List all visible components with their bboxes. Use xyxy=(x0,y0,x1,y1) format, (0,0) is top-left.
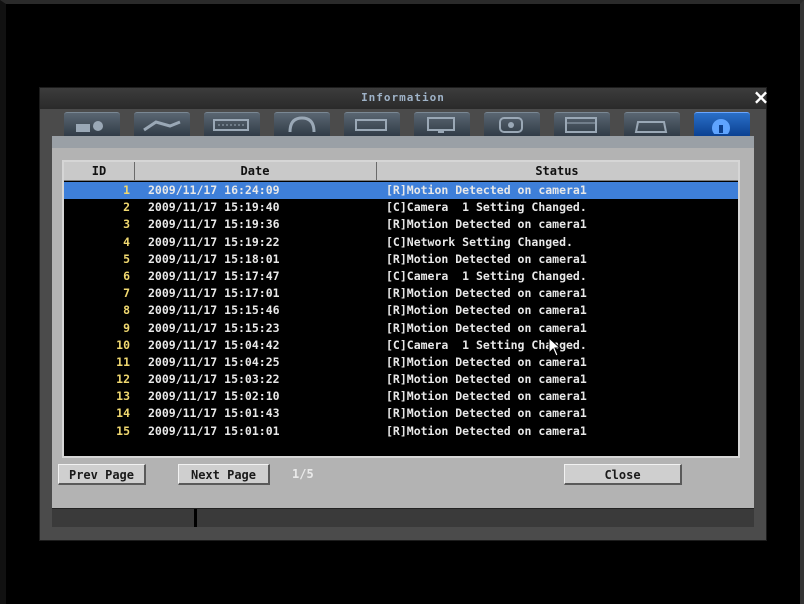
table-row[interactable]: 10 2009/11/17 15:04:42 [C]Camera 1 Setting… xyxy=(64,337,738,354)
category-tab-bar xyxy=(64,110,754,137)
table-row[interactable]: 6 2009/11/17 15:17:47 [C]Camera 1 Setting … xyxy=(64,268,738,285)
cell-date: 2009/11/17 15:04:42 xyxy=(148,337,280,352)
header-date[interactable]: Date xyxy=(134,162,377,180)
cell-status: [R]Motion Detected on camera1 xyxy=(386,251,587,266)
monitor-icon[interactable] xyxy=(414,112,470,137)
table-row[interactable]: 5 2009/11/17 15:18:01 [R]Motion Detected o… xyxy=(64,251,738,268)
cell-id: 4 xyxy=(123,234,130,249)
cell-date: 2009/11/17 15:15:46 xyxy=(148,303,280,318)
status-bar xyxy=(52,508,754,527)
cell-date: 2009/11/17 15:19:36 xyxy=(148,217,280,232)
table-row[interactable]: 13 2009/11/17 15:02:10 [R]Motion Detected … xyxy=(64,388,738,405)
dialog-footer: Prev Page Next Page 1/5 Close xyxy=(52,464,754,488)
display-icon[interactable] xyxy=(134,112,190,137)
record-icon[interactable] xyxy=(344,112,400,137)
cell-status: [R]Motion Detected on camera1 xyxy=(386,372,587,387)
content-panel: ID Date Status 1 2009/11/17 16:24:09 [R]Mo… xyxy=(52,148,754,508)
cell-status: [C]Camera 1 Setting Changed. xyxy=(386,268,587,283)
cell-date: 2009/11/17 15:18:01 xyxy=(148,251,280,266)
cell-status: [R]Motion Detected on camera1 xyxy=(386,286,587,301)
cell-id: 14 xyxy=(116,406,130,421)
cell-date: 2009/11/17 15:19:22 xyxy=(148,234,280,249)
table-row[interactable]: 7 2009/11/17 15:17:01 [R]Motion Detected o… xyxy=(64,285,738,302)
cell-date: 2009/11/17 15:02:10 xyxy=(148,389,280,404)
cell-id: 6 xyxy=(123,268,130,283)
cell-date: 2009/11/17 15:01:43 xyxy=(148,406,280,421)
cell-id: 1 xyxy=(123,183,130,197)
cell-id: 3 xyxy=(123,217,130,232)
cell-status: [R]Motion Detected on camera1 xyxy=(386,183,587,197)
title-bar: Information xyxy=(40,88,766,109)
cell-date: 2009/11/17 15:19:40 xyxy=(148,200,280,215)
dialog-title: Information xyxy=(361,91,445,104)
cell-date: 2009/11/17 15:04:25 xyxy=(148,354,280,369)
tab-underline-strip xyxy=(52,136,754,148)
cell-date: 2009/11/17 15:03:22 xyxy=(148,372,280,387)
table-row[interactable]: 3 2009/11/17 15:19:36 [R]Motion Detected o… xyxy=(64,216,738,233)
cell-status: [R]Motion Detected on camera1 xyxy=(386,389,587,404)
table-row[interactable]: 11 2009/11/17 15:04:25 [R]Motion Detected … xyxy=(64,354,738,371)
table-row[interactable]: 4 2009/11/17 15:19:22 [C]Network Setting C… xyxy=(64,234,738,251)
cell-id: 15 xyxy=(116,423,130,438)
event-log-table: ID Date Status 1 2009/11/17 16:24:09 [R]Mo… xyxy=(62,160,740,458)
schedule-icon[interactable] xyxy=(554,112,610,137)
table-row[interactable]: 9 2009/11/17 15:15:23 [R]Motion Detected o… xyxy=(64,320,738,337)
cell-id: 10 xyxy=(116,337,130,352)
cell-status: [R]Motion Detected on camera1 xyxy=(386,423,587,438)
alarm-icon[interactable] xyxy=(274,112,330,137)
table-header: ID Date Status xyxy=(64,162,738,181)
cell-id: 12 xyxy=(116,372,130,387)
header-id[interactable]: ID xyxy=(64,162,135,180)
cell-id: 7 xyxy=(123,286,130,301)
cell-status: [C]Network Setting Changed. xyxy=(386,234,573,249)
information-dialog: Information × ID Date Status 1 2009/11/1… xyxy=(40,86,769,540)
mouse-pointer-icon xyxy=(548,337,562,357)
cell-date: 2009/11/17 15:17:01 xyxy=(148,286,280,301)
cell-id: 11 xyxy=(116,354,130,369)
table-row[interactable]: 2 2009/11/17 15:19:40 [C]Camera 1 Setting … xyxy=(64,199,738,216)
keyboard-icon[interactable] xyxy=(204,112,260,137)
cell-id: 2 xyxy=(123,200,130,215)
prev-page-button[interactable]: Prev Page xyxy=(58,464,146,485)
close-icon[interactable]: × xyxy=(750,86,772,108)
cell-id: 8 xyxy=(123,303,130,318)
network-icon[interactable] xyxy=(484,112,540,137)
next-page-button[interactable]: Next Page xyxy=(178,464,270,485)
table-row[interactable]: 14 2009/11/17 15:01:43 [R]Motion Detected … xyxy=(64,405,738,422)
gamepad-icon[interactable] xyxy=(624,112,680,137)
camera-settings-icon[interactable] xyxy=(64,112,120,137)
cell-date: 2009/11/17 15:17:47 xyxy=(148,268,280,283)
table-row[interactable]: 15 2009/11/17 15:01:01 [R]Motion Detected … xyxy=(64,423,738,440)
page-indicator: 1/5 xyxy=(292,467,314,481)
cell-id: 5 xyxy=(123,251,130,266)
cell-date: 2009/11/17 15:01:01 xyxy=(148,423,280,438)
header-status[interactable]: Status xyxy=(376,162,738,180)
cell-status: [R]Motion Detected on camera1 xyxy=(386,303,587,318)
cell-date: 2009/11/17 16:24:09 xyxy=(148,183,280,197)
cell-date: 2009/11/17 15:15:23 xyxy=(148,320,280,335)
cell-status: [R]Motion Detected on camera1 xyxy=(386,406,587,421)
cell-id: 13 xyxy=(116,389,130,404)
table-row[interactable]: 8 2009/11/17 15:15:46 [R]Motion Detected o… xyxy=(64,302,738,319)
cell-status: [C]Camera 1 Setting Changed. xyxy=(386,200,587,215)
table-row[interactable]: 1 2009/11/17 16:24:09 [R]Motion Detected o… xyxy=(64,182,738,200)
status-divider xyxy=(194,509,197,527)
cell-status: [R]Motion Detected on camera1 xyxy=(386,320,587,335)
table-body: 1 2009/11/17 16:24:09 [R]Motion Detected o… xyxy=(64,182,738,440)
table-row[interactable]: 12 2009/11/17 15:03:22 [R]Motion Detected … xyxy=(64,371,738,388)
cell-id: 9 xyxy=(123,320,130,335)
cell-status: [R]Motion Detected on camera1 xyxy=(386,217,587,232)
information-icon[interactable] xyxy=(694,112,750,137)
close-button[interactable]: Close xyxy=(564,464,682,485)
